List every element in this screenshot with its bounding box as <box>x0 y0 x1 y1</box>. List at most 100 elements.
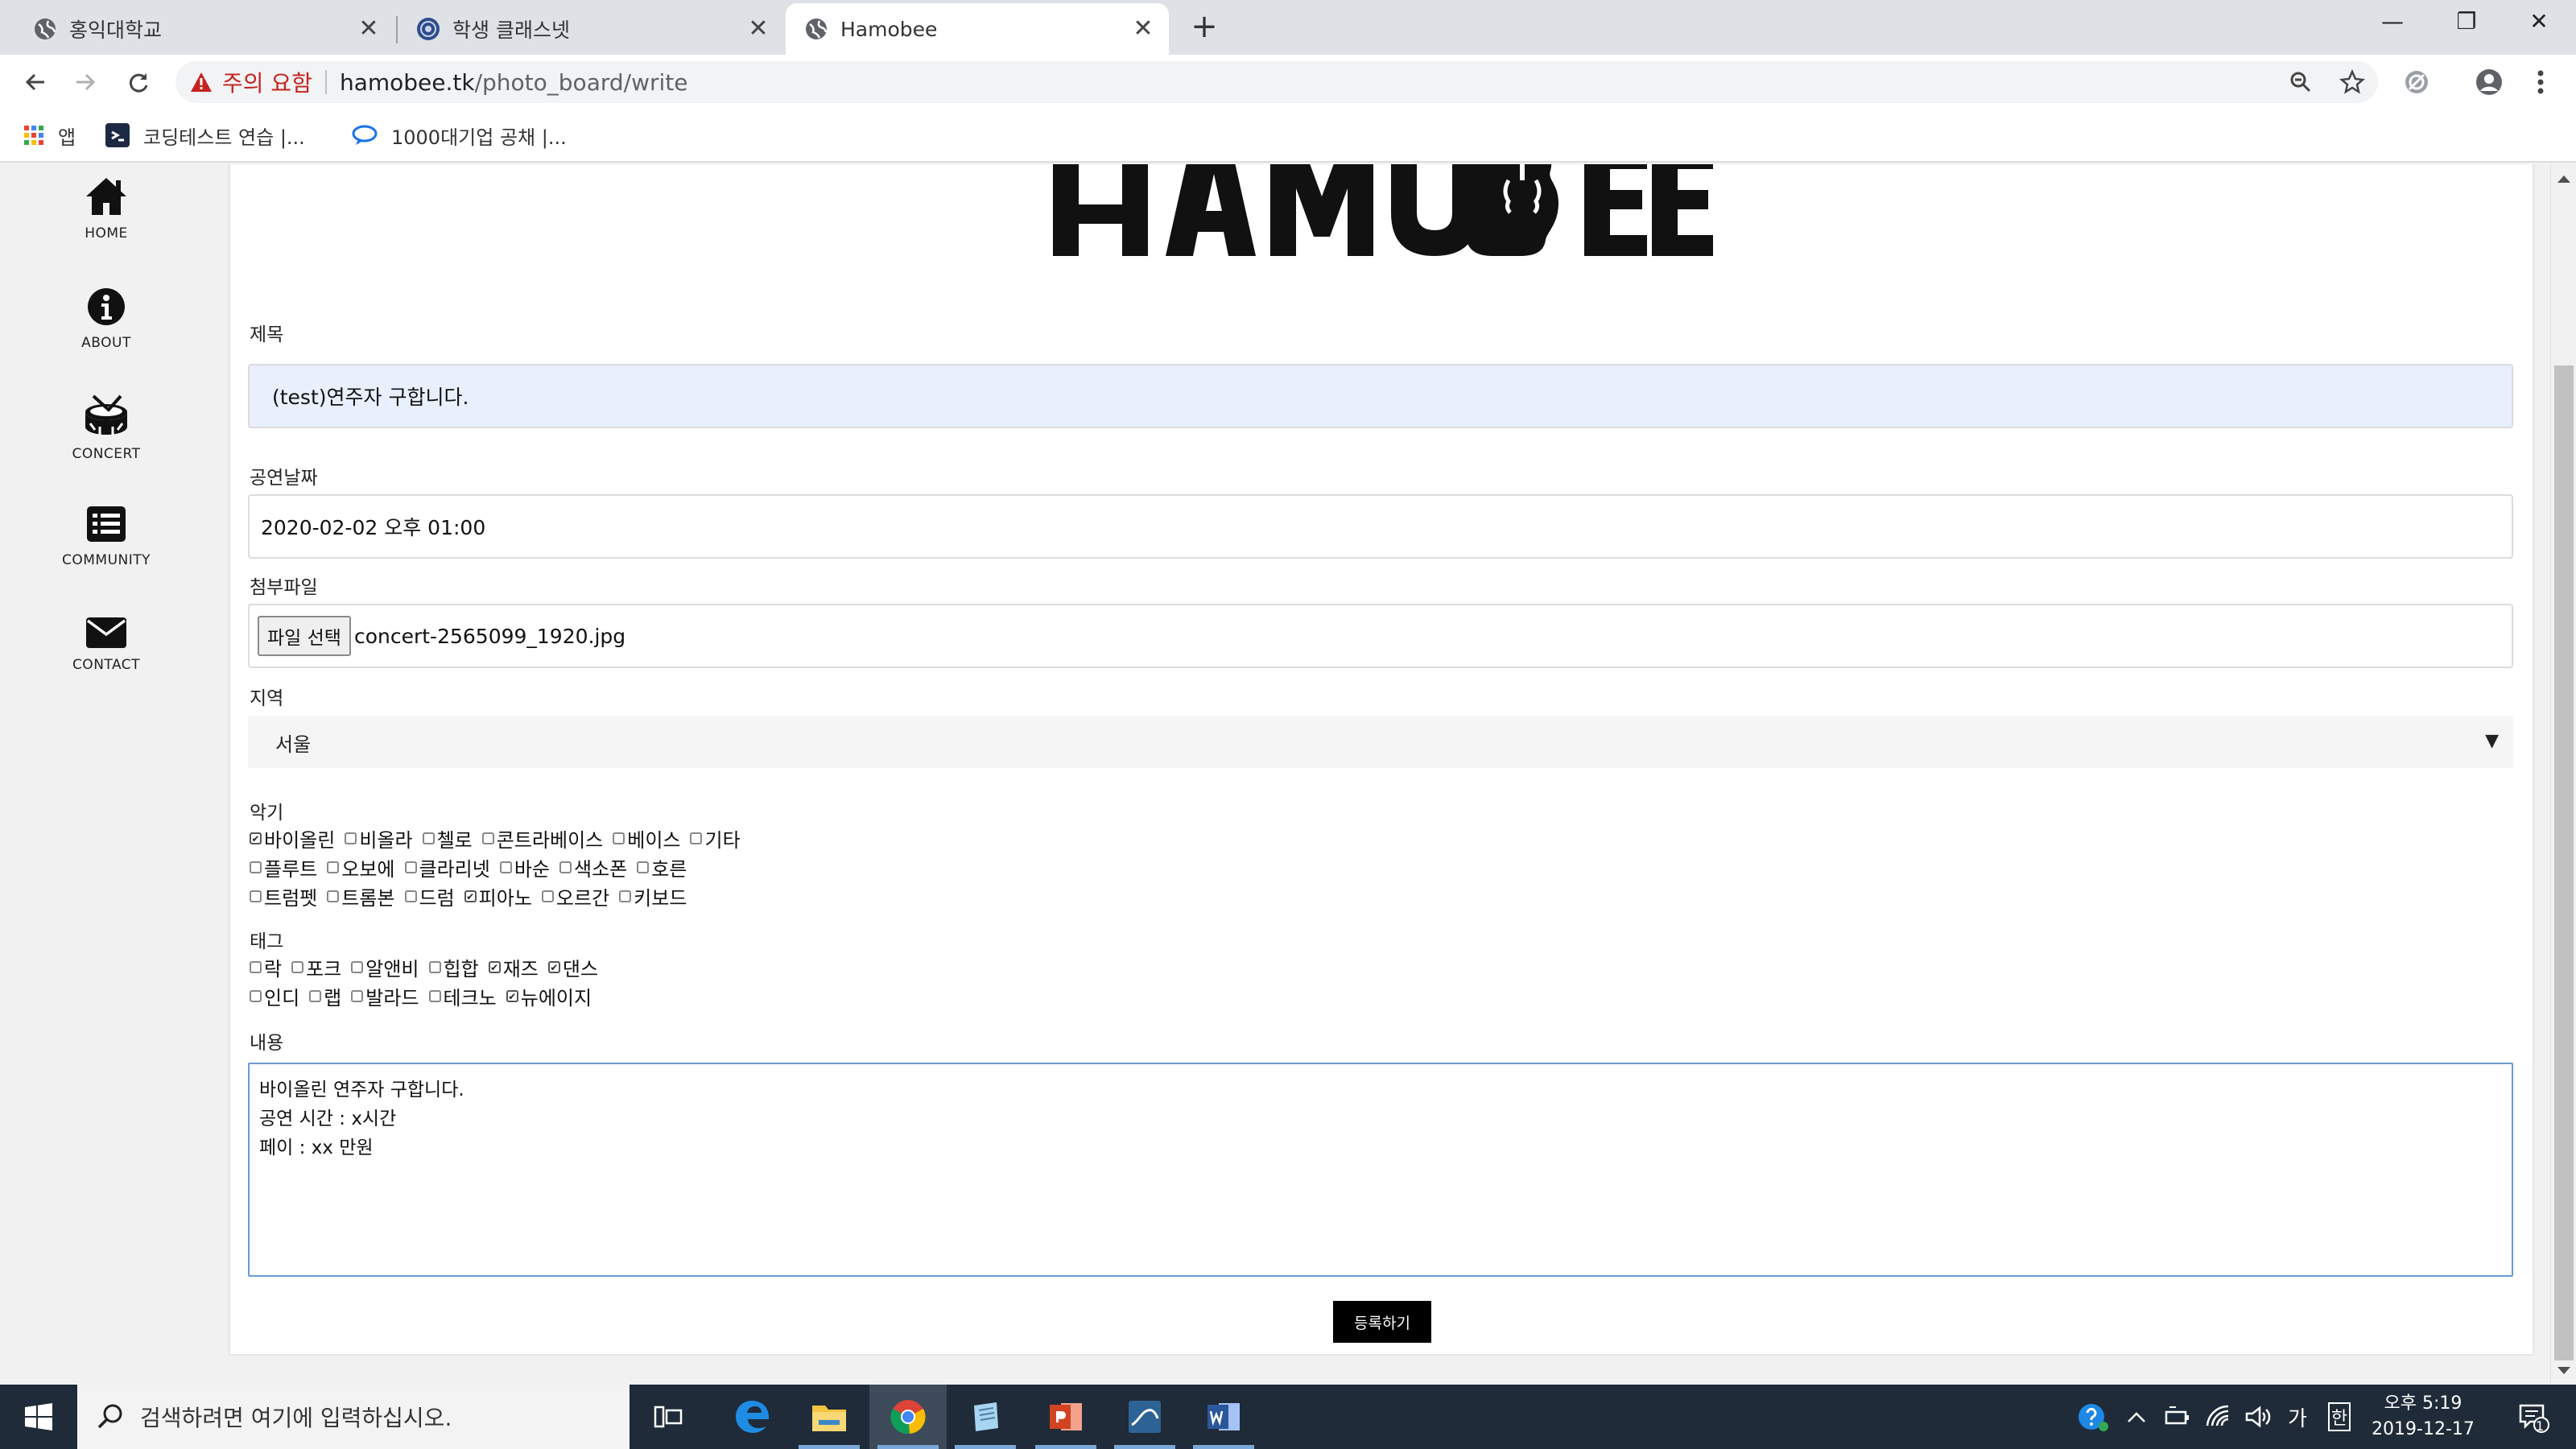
start-button[interactable] <box>0 1385 77 1449</box>
page-scrollbar[interactable] <box>2550 164 2576 1385</box>
sidebar-item-community[interactable]: COMMUNITY <box>0 504 213 568</box>
taskbar-search[interactable]: 검색하려면 여기에 입력하십시오. <box>77 1385 630 1449</box>
instrument-checkbox[interactable]: 트롬본 <box>327 882 395 910</box>
security-warning[interactable]: 주의 요함 <box>190 66 312 98</box>
volume-icon[interactable] <box>2241 1385 2277 1449</box>
minimize-button[interactable]: — <box>2355 0 2429 47</box>
title-input[interactable]: (test)연주자 구합니다. <box>248 364 2513 428</box>
checkbox-box[interactable] <box>690 832 703 844</box>
checkbox-box[interactable] <box>559 861 572 873</box>
checkbox-box[interactable] <box>327 890 340 902</box>
checkbox-box[interactable]: ✔ <box>547 961 560 973</box>
zoom-icon[interactable] <box>2285 66 2317 98</box>
tag-checkbox[interactable]: 랩 <box>309 982 341 1010</box>
notification-center-button[interactable]: 1 <box>2505 1385 2562 1449</box>
instrument-checkbox[interactable]: 바순 <box>499 853 550 881</box>
bookmark-coding-test[interactable]: 코딩테스트 연습 |... <box>105 121 305 150</box>
tag-checkbox[interactable]: 힙합 <box>428 953 479 981</box>
checkbox-box[interactable] <box>291 961 304 973</box>
instrument-checkbox[interactable]: 비올라 <box>345 824 413 852</box>
ime-language-indicator[interactable]: 가 <box>2280 1385 2315 1449</box>
restore-button[interactable]: ❐ <box>2429 0 2504 47</box>
back-button[interactable] <box>18 64 53 100</box>
bookmark-recruit[interactable]: 1000대기업 공채 |... <box>351 121 567 150</box>
tag-checkbox[interactable]: ✔ 댄스 <box>547 953 598 981</box>
checkbox-box[interactable] <box>327 861 340 873</box>
wifi-icon[interactable] <box>2202 1385 2238 1449</box>
checkbox-box[interactable] <box>404 890 417 902</box>
choose-file-button[interactable]: 파일 선택 <box>258 616 351 656</box>
taskbar-mysql-workbench[interactable] <box>1106 1385 1183 1449</box>
checkbox-box[interactable] <box>351 961 364 973</box>
checkbox-box[interactable] <box>637 861 650 873</box>
instrument-checkbox[interactable]: 클라리넷 <box>404 853 490 881</box>
battery-icon[interactable] <box>2161 1385 2196 1449</box>
forward-button[interactable] <box>68 64 103 100</box>
close-tab-icon[interactable]: ✕ <box>1129 14 1158 43</box>
checkbox-box[interactable] <box>481 832 494 844</box>
instrument-checkbox[interactable]: 베이스 <box>613 824 680 852</box>
close-window-button[interactable]: ✕ <box>2502 0 2576 47</box>
sidebar-item-concert[interactable]: CONCERT <box>0 394 213 462</box>
tag-checkbox[interactable]: 발라드 <box>351 982 419 1010</box>
taskbar-word[interactable] <box>1185 1385 1262 1449</box>
task-view-button[interactable] <box>630 1385 707 1449</box>
checkbox-box[interactable] <box>428 990 441 1002</box>
bookmark-apps[interactable]: 앱 <box>23 121 76 150</box>
sidebar-item-contact[interactable]: CONTACT <box>0 615 213 673</box>
checkbox-box[interactable] <box>250 961 262 973</box>
checkbox-box[interactable] <box>499 861 512 873</box>
submit-button[interactable]: 등록하기 <box>1333 1301 1431 1343</box>
tag-checkbox[interactable]: 테크노 <box>428 982 497 1010</box>
tab-hamobee[interactable]: Hamobee ✕ <box>786 3 1169 55</box>
scroll-down-icon[interactable] <box>2557 1367 2570 1374</box>
tag-checkbox[interactable]: 포크 <box>291 953 341 981</box>
new-tab-button[interactable]: + <box>1187 10 1222 45</box>
taskbar-file-explorer[interactable] <box>791 1385 868 1449</box>
show-hidden-icons-icon[interactable] <box>2120 1385 2153 1449</box>
tag-checkbox[interactable]: 락 <box>250 953 282 981</box>
instrument-checkbox[interactable]: ✔ 피아노 <box>464 882 532 910</box>
instrument-checkbox[interactable]: 오보에 <box>327 853 395 881</box>
checkbox-box[interactable] <box>541 890 554 902</box>
checkbox-box[interactable]: ✔ <box>506 990 518 1002</box>
checkbox-box[interactable] <box>351 990 364 1002</box>
content-textarea[interactable]: 바이올린 연주자 구합니다. 공연 시간 : x시간 페이 : xx 만원 <box>248 1063 2513 1277</box>
address-bar[interactable]: 주의 요함 hamobee.tk/photo_board/write <box>175 61 2378 103</box>
checkbox-box[interactable]: ✔ <box>250 832 262 844</box>
checkbox-box[interactable] <box>250 890 262 902</box>
region-select[interactable]: 서울 ▼ <box>248 716 2513 768</box>
concert-date-input[interactable]: 2020-02-02 오후 01:00 <box>248 494 2513 559</box>
instrument-checkbox[interactable]: 콘트라베이스 <box>481 824 603 852</box>
instrument-checkbox[interactable]: 첼로 <box>422 824 473 852</box>
instrument-checkbox[interactable]: 기타 <box>690 824 741 852</box>
extension-icon[interactable] <box>2399 64 2434 100</box>
sidebar-item-about[interactable]: ABOUT <box>0 287 213 351</box>
instrument-checkbox[interactable]: ✔ 바이올린 <box>250 824 335 852</box>
instrument-checkbox[interactable]: 호른 <box>637 853 687 881</box>
bookmark-star-icon[interactable] <box>2336 66 2368 98</box>
hamobee-logo[interactable] <box>1053 164 1713 256</box>
instrument-checkbox[interactable]: 색소폰 <box>559 853 627 881</box>
checkbox-box[interactable] <box>428 961 441 973</box>
tag-checkbox[interactable]: 알앤비 <box>351 953 419 981</box>
menu-dots-icon[interactable] <box>2523 64 2558 100</box>
profile-avatar-icon[interactable] <box>2471 64 2507 100</box>
tab-classnet[interactable]: 학생 클래스넷 ✕ <box>398 3 784 55</box>
checkbox-box[interactable] <box>613 832 625 844</box>
checkbox-box[interactable] <box>404 861 417 873</box>
checkbox-box[interactable] <box>345 832 357 844</box>
ime-mode-indicator[interactable]: 한 <box>2322 1385 2357 1449</box>
checkbox-box[interactable] <box>250 861 262 873</box>
tag-checkbox[interactable]: 인디 <box>250 982 299 1010</box>
taskbar-powerpoint[interactable] <box>1027 1385 1104 1449</box>
tab-hongik[interactable]: 홍익대학교 ✕ <box>0 3 394 55</box>
help-icon[interactable] <box>2072 1385 2114 1449</box>
sidebar-item-home[interactable]: HOME <box>0 175 213 242</box>
scroll-thumb[interactable] <box>2554 365 2574 1360</box>
taskbar-notepad[interactable] <box>947 1385 1024 1449</box>
checkbox-box[interactable] <box>309 990 322 1002</box>
reload-button[interactable] <box>121 64 156 100</box>
instrument-checkbox[interactable]: 트럼펫 <box>250 882 317 910</box>
tag-checkbox[interactable]: ✔ 재즈 <box>488 953 539 981</box>
